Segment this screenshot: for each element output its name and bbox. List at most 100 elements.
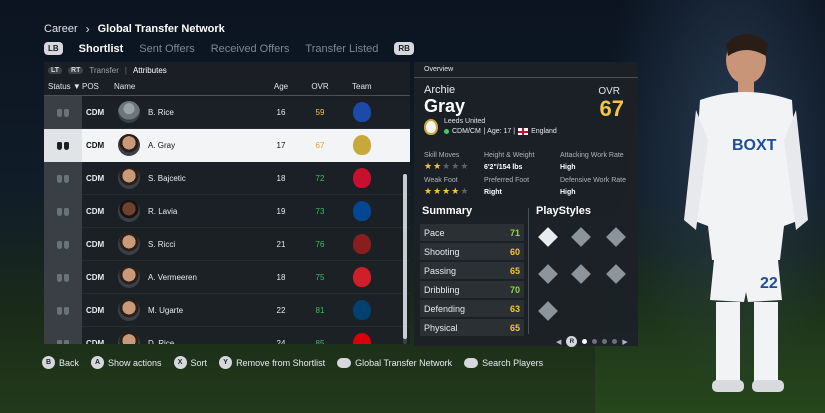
column-team[interactable]: Team (342, 82, 402, 91)
star-icon: ★ (451, 186, 461, 196)
table-row[interactable]: CDM M. Ugarte 22 81 (44, 293, 410, 327)
scrollbar-thumb[interactable] (403, 174, 407, 339)
lt-button-icon[interactable]: LT (48, 66, 63, 74)
team-cell (342, 102, 402, 122)
team-crest-icon (353, 102, 371, 122)
skill-moves-stars: ★★★★★ (424, 161, 469, 172)
player-age: 16 (276, 107, 286, 117)
playstyle-slot-icon[interactable] (538, 264, 558, 284)
page-dot[interactable] (582, 339, 588, 344)
hint-show-actions[interactable]: A Show actions (91, 356, 162, 369)
column-status[interactable]: Status ▼ (44, 82, 82, 91)
summary-stat-row: Pace 71 (420, 224, 524, 241)
hint-label: Show actions (108, 357, 162, 368)
arrow-left-icon[interactable]: ◀ (556, 338, 561, 346)
player-name: A. Vermeeren (148, 272, 197, 282)
rb-button-icon[interactable]: RB (394, 42, 414, 55)
view-attributes[interactable]: Attributes (133, 66, 167, 75)
breadcrumb-career[interactable]: Career (44, 23, 78, 35)
x-button-icon: X (173, 356, 187, 369)
player-position: CDM (86, 305, 105, 315)
player-name: A. Gray (148, 140, 176, 150)
table-row[interactable]: CDM S. Ricci 21 76 (44, 227, 410, 261)
table-row[interactable]: CDM R. Lavia 19 73 (44, 194, 410, 228)
playstyle-slot-icon[interactable] (538, 301, 558, 321)
weak-foot-label: Weak Foot (424, 177, 458, 184)
hint-search-players[interactable]: Search Players (464, 357, 543, 368)
table-row[interactable]: CDM S. Bajcetic 18 72 (44, 161, 410, 195)
y-button-icon: Y (219, 356, 233, 369)
player-age: 21 (276, 239, 286, 249)
scrollbar[interactable] (403, 174, 407, 344)
binoculars-icon (57, 239, 69, 249)
view-transfer[interactable]: Transfer (89, 66, 119, 75)
player-ovr: 85 (315, 338, 325, 345)
table-row[interactable]: CDM B. Rice 16 59 (44, 95, 410, 129)
defensive-work-rate-label: Defensive Work Rate (560, 177, 627, 184)
status-cell (44, 260, 82, 294)
b-button-icon: B (42, 356, 55, 369)
player-age: 18 (276, 272, 286, 282)
player-ovr: 75 (315, 272, 325, 282)
binoculars-icon (57, 338, 69, 344)
player-ovr: 76 (315, 239, 325, 249)
player-boot-right (752, 380, 784, 392)
club-name: Leeds United (444, 118, 486, 125)
page-dot[interactable] (602, 339, 608, 344)
player-name: R. Lavia (148, 206, 178, 216)
tab-shortlist[interactable]: Shortlist (79, 43, 124, 55)
hint-global-transfer-network[interactable]: Global Transfer Network (337, 357, 453, 368)
stat-value: 70 (509, 284, 520, 295)
player-position: CDM (86, 173, 105, 183)
hint-sort[interactable]: X Sort (173, 356, 207, 369)
lb-button-icon[interactable]: LB (44, 42, 63, 55)
table-row[interactable]: CDM D. Rice 24 85 (44, 326, 410, 345)
player-nation: England (531, 128, 557, 135)
player-position: CDM (86, 272, 105, 282)
star-icon: ★ (442, 161, 452, 171)
column-age[interactable]: Age (264, 82, 298, 91)
stat-value: 65 (509, 322, 520, 333)
star-icon: ★ (424, 161, 434, 171)
playstyle-slot-icon[interactable] (571, 264, 591, 284)
binoculars-icon (57, 305, 69, 315)
tab-transfer-listed[interactable]: Transfer Listed (305, 43, 378, 55)
table-row[interactable]: CDM A. Vermeeren 18 75 (44, 260, 410, 294)
stat-value: 65 (509, 265, 520, 276)
star-icon: ★ (460, 161, 470, 171)
height-weight-value: 6'2"/154 lbs (484, 164, 523, 171)
tab-received-offers[interactable]: Received Offers (211, 43, 290, 55)
hint-remove-from-shortlist[interactable]: Y Remove from Shortlist (219, 356, 325, 369)
player-leg-left (716, 302, 740, 382)
rt-button-icon[interactable]: RT (68, 66, 84, 74)
hint-back[interactable]: B Back (42, 356, 79, 369)
table-row[interactable]: CDM A. Gray 17 67 (44, 128, 410, 162)
playstyle-slot-icon[interactable] (606, 227, 626, 247)
summary-stat-row: Defending 63 (420, 300, 524, 317)
star-icon: ★ (451, 161, 461, 171)
page-dot[interactable] (592, 339, 598, 344)
stat-label: Pace (424, 227, 445, 238)
status-cell (44, 161, 82, 195)
r-stick-button-icon[interactable]: R (566, 336, 578, 347)
page-dot[interactable] (612, 339, 618, 344)
playstyle-slot-icon[interactable] (571, 227, 591, 247)
team-cell (342, 168, 402, 188)
preferred-foot-value: Right (484, 189, 502, 196)
team-crest-icon (353, 333, 371, 344)
column-ovr[interactable]: OVR (298, 82, 342, 91)
playstyle-slot-icon[interactable] (606, 264, 626, 284)
column-pos[interactable]: POS (82, 82, 114, 91)
column-name[interactable]: Name (114, 82, 264, 91)
defensive-work-rate-value: High (560, 189, 576, 196)
divider: | (124, 65, 127, 75)
arrow-right-icon[interactable]: ▶ (622, 338, 627, 346)
playstyle-icon[interactable] (538, 227, 558, 247)
tab-sent-offers[interactable]: Sent Offers (139, 43, 194, 55)
player-name: M. Ugarte (148, 305, 184, 315)
breadcrumb: Career › Global Transfer Network (44, 22, 225, 36)
player-position: CDM (86, 206, 105, 216)
hint-label: Global Transfer Network (355, 357, 453, 368)
player-neck (738, 80, 754, 94)
player-name: B. Rice (148, 107, 174, 117)
